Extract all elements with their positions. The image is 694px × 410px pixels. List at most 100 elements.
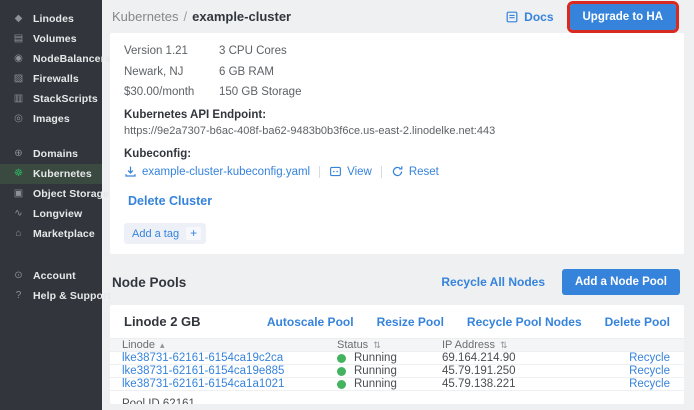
sidebar-item-label: StackScripts xyxy=(33,93,98,105)
pool-name: Linode 2 GB xyxy=(124,314,201,329)
add-tag-button[interactable]: Add a tag + xyxy=(124,223,206,244)
node-pools-title: Node Pools xyxy=(112,275,186,290)
kubeconfig-reset-button[interactable]: Reset xyxy=(391,165,439,178)
pool-id-footer: Pool ID 62161 xyxy=(110,391,684,404)
autoscale-pool-link[interactable]: Autoscale Pool xyxy=(267,315,354,329)
sidebar-item-label: Kubernetes xyxy=(33,168,92,180)
status-label: Running xyxy=(354,365,397,377)
sidebar-item-marketplace[interactable]: ⌂ Marketplace xyxy=(0,224,102,244)
sidebar-item-stackscripts[interactable]: ▥ StackScripts xyxy=(0,89,102,109)
divider xyxy=(381,166,382,178)
status-cell: Running xyxy=(337,378,442,390)
sidebar-item-longview[interactable]: ∿ Longview xyxy=(0,204,102,224)
recycle-all-nodes-link[interactable]: Recycle All Nodes xyxy=(441,275,545,289)
header-actions: Docs Upgrade to HA xyxy=(505,4,680,30)
ip-address: 45.79.138.221 xyxy=(442,378,606,390)
sidebar-item-label: Object Storage xyxy=(33,188,109,200)
object-storage-icon: ▣ xyxy=(12,188,25,200)
api-endpoint-label: Kubernetes API Endpoint: xyxy=(124,109,670,121)
sort-asc-icon: ▴ xyxy=(160,340,165,351)
spec-version: Version 1.21 xyxy=(124,45,219,57)
docs-icon xyxy=(505,10,519,24)
stackscripts-icon: ▥ xyxy=(12,93,25,105)
column-header-status[interactable]: Status ⇅ xyxy=(337,339,442,351)
kubeconfig-view-button[interactable]: View xyxy=(329,165,372,178)
column-header-ip-address[interactable]: IP Address ⇅ xyxy=(442,339,606,351)
node-pools-actions: Recycle All Nodes Add a Node Pool xyxy=(441,269,680,295)
delete-pool-link[interactable]: Delete Pool xyxy=(605,315,670,329)
delete-cluster-link[interactable]: Delete Cluster xyxy=(128,194,212,208)
status-label: Running xyxy=(354,352,397,364)
download-icon xyxy=(124,165,137,178)
status-running-icon xyxy=(337,354,346,363)
pool-action-links: Autoscale Pool Resize Pool Recycle Pool … xyxy=(267,315,670,329)
sidebar-item-volumes[interactable]: ▤ Volumes xyxy=(0,29,102,49)
sidebar-group-compute: ◆ Linodes ▤ Volumes ◉ NodeBalancers ▨ Fi… xyxy=(0,9,102,129)
sidebar-item-label: Help & Support xyxy=(33,290,111,302)
sidebar-item-label: Marketplace xyxy=(33,228,95,240)
kubeconfig-label: Kubeconfig: xyxy=(124,148,670,160)
table-row: lke38731-62161-6154ca19e885 Running 45.7… xyxy=(110,365,684,378)
breadcrumb-separator: / xyxy=(184,9,188,24)
node-link[interactable]: lke38731-62161-6154ca19c2ca xyxy=(122,352,337,364)
sidebar-item-linodes[interactable]: ◆ Linodes xyxy=(0,9,102,29)
ip-address: 69.164.214.90 xyxy=(442,352,606,364)
reset-icon xyxy=(391,165,404,178)
sort-icon: ⇅ xyxy=(373,340,381,351)
main-content: Kubernetes/example-cluster Docs Upgrade … xyxy=(102,0,694,410)
recycle-pool-nodes-link[interactable]: Recycle Pool Nodes xyxy=(467,315,582,329)
resize-pool-link[interactable]: Resize Pool xyxy=(377,315,444,329)
sidebar-item-account[interactable]: ⊙ Account xyxy=(0,266,102,286)
column-label: Status xyxy=(337,339,368,351)
spec-cpu: 3 CPU Cores xyxy=(219,45,394,57)
column-header-linode[interactable]: Linode ▴ xyxy=(122,339,337,351)
sidebar-item-label: Domains xyxy=(33,148,78,160)
table-row: lke38731-62161-6154ca19c2ca Running 69.1… xyxy=(110,352,684,365)
help-icon: ? xyxy=(12,290,25,302)
kubeconfig-actions: example-cluster-kubeconfig.yaml View Res… xyxy=(124,165,670,178)
node-pool-card: Linode 2 GB Autoscale Pool Resize Pool R… xyxy=(110,305,684,404)
view-label: View xyxy=(347,166,372,178)
app-window: ◆ Linodes ▤ Volumes ◉ NodeBalancers ▨ Fi… xyxy=(0,0,694,410)
breadcrumb-kubernetes-link[interactable]: Kubernetes xyxy=(112,9,179,24)
longview-icon: ∿ xyxy=(12,208,25,220)
docs-link[interactable]: Docs xyxy=(505,10,553,24)
linodes-icon: ◆ xyxy=(12,13,25,25)
ip-address: 45.79.191.250 xyxy=(442,365,606,377)
sidebar-item-firewalls[interactable]: ▨ Firewalls xyxy=(0,69,102,89)
kubeconfig-download-link[interactable]: example-cluster-kubeconfig.yaml xyxy=(124,165,310,178)
node-link[interactable]: lke38731-62161-6154ca19e885 xyxy=(122,365,337,377)
sidebar-item-label: Linodes xyxy=(33,13,74,25)
spec-region: Newark, NJ xyxy=(124,66,219,78)
nodebalancers-icon: ◉ xyxy=(12,53,25,65)
recycle-link[interactable]: Recycle xyxy=(629,352,670,364)
sidebar-item-object-storage[interactable]: ▣ Object Storage xyxy=(0,184,102,204)
view-icon xyxy=(329,165,342,178)
sidebar-item-label: Longview xyxy=(33,208,82,220)
sidebar-item-domains[interactable]: ⊕ Domains xyxy=(0,144,102,164)
status-label: Running xyxy=(354,378,397,390)
status-cell: Running xyxy=(337,352,442,364)
firewalls-icon: ▨ xyxy=(12,73,25,85)
spec-ram: 6 GB RAM xyxy=(219,66,394,78)
domains-icon: ⊕ xyxy=(12,148,25,160)
kubeconfig-filename: example-cluster-kubeconfig.yaml xyxy=(142,166,310,178)
pool-id: Pool ID 62161 xyxy=(122,398,195,404)
column-label: IP Address xyxy=(442,339,495,351)
recycle-link[interactable]: Recycle xyxy=(629,378,670,390)
sidebar-item-label: Images xyxy=(33,113,70,125)
sidebar-item-nodebalancers[interactable]: ◉ NodeBalancers xyxy=(0,49,102,69)
delete-cluster-row: Delete Cluster xyxy=(128,192,670,210)
spec-price: $30.00/month xyxy=(124,86,219,98)
cluster-specs: Version 1.21 3 CPU Cores Newark, NJ 6 GB… xyxy=(124,45,394,98)
add-node-pool-button[interactable]: Add a Node Pool xyxy=(562,269,680,295)
sidebar-item-images[interactable]: ◎ Images xyxy=(0,109,102,129)
sidebar-item-kubernetes[interactable]: ☸ Kubernetes xyxy=(0,164,102,184)
sort-icon: ⇅ xyxy=(500,340,508,351)
sidebar-group-services: ⊕ Domains ☸ Kubernetes ▣ Object Storage … xyxy=(0,144,102,244)
recycle-link[interactable]: Recycle xyxy=(629,365,670,377)
node-link[interactable]: lke38731-62161-6154ca1a1021 xyxy=(122,378,337,390)
sidebar-item-help-support[interactable]: ? Help & Support xyxy=(0,286,102,306)
upgrade-to-ha-button[interactable]: Upgrade to HA xyxy=(570,4,677,30)
marketplace-icon: ⌂ xyxy=(12,228,25,240)
